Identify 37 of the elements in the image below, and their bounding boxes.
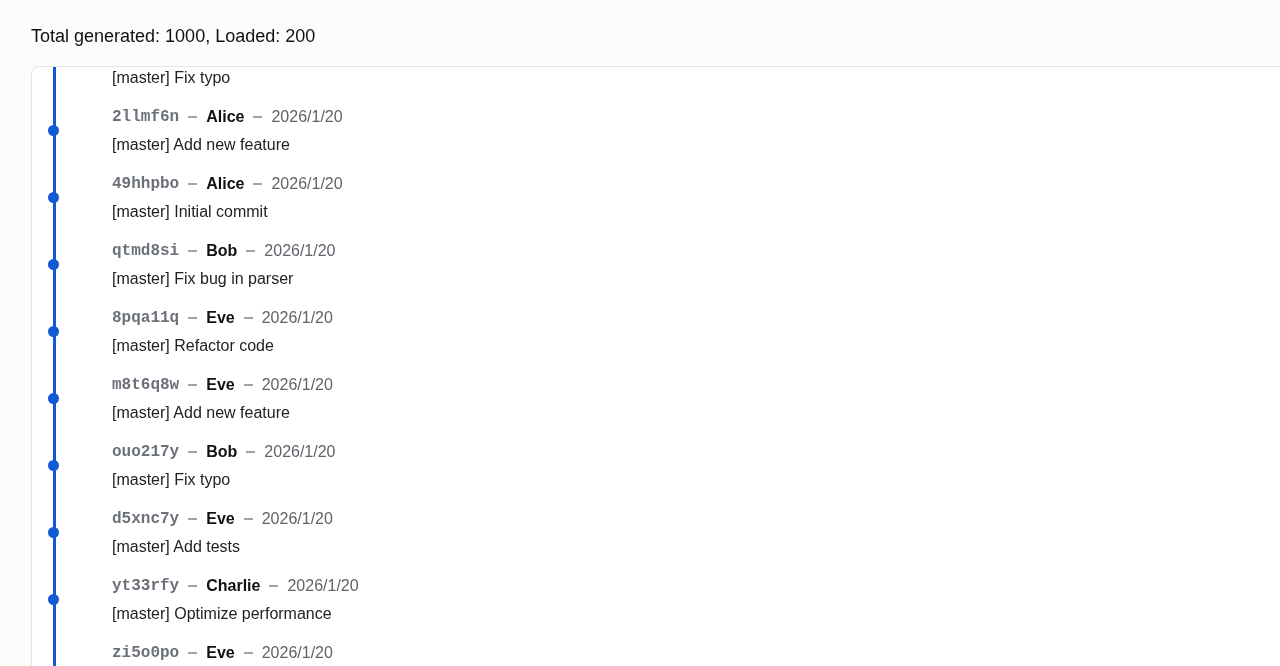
commit-hash: 8pqa11q bbox=[112, 308, 180, 328]
author-name: Eve bbox=[206, 509, 235, 529]
commit-date: 2026/1/20 bbox=[271, 107, 343, 127]
commit-date: 2026/1/20 bbox=[287, 576, 359, 596]
commit-hash: zi5o0po bbox=[112, 643, 180, 663]
commit-hash: d5xnc7y bbox=[112, 509, 180, 529]
author-name: Bob bbox=[206, 241, 238, 261]
commit-date: 2026/1/20 bbox=[261, 375, 333, 395]
author-name: Charlie bbox=[206, 576, 261, 596]
author-name: Bob bbox=[206, 442, 238, 462]
commit-message: [master] Add tests bbox=[112, 538, 241, 555]
commit-hash: ouo217y bbox=[112, 442, 180, 462]
commit-date: 2026/1/20 bbox=[261, 643, 333, 663]
commit-hash: 2llmf6n bbox=[112, 107, 180, 127]
author-name: Alice bbox=[206, 107, 245, 127]
commit-hash: 49hhpbo bbox=[112, 174, 180, 194]
author-name: Eve bbox=[206, 375, 235, 395]
commit-message: [master] Fix bug in parser bbox=[112, 270, 294, 287]
commit-date: 2026/1/20 bbox=[271, 174, 343, 194]
commit-message: [master] Add new feature bbox=[112, 136, 290, 153]
commit-date: 2026/1/20 bbox=[261, 509, 333, 529]
commit-hash: qtmd8si bbox=[112, 241, 180, 261]
commit-message: [master] Refactor code bbox=[112, 337, 274, 354]
commit-hash: yt33rfy bbox=[112, 576, 180, 596]
commit-message: [master] Initial commit bbox=[112, 203, 268, 220]
commit-message: [master] Fix typo bbox=[112, 471, 231, 488]
commit-message: [master] Add new feature bbox=[112, 404, 290, 421]
author-name: Eve bbox=[206, 308, 235, 328]
author-name: Eve bbox=[206, 643, 235, 663]
summary-text: Total generated: 1000, Loaded: 200 bbox=[31, 25, 316, 48]
commit-date: 2026/1/20 bbox=[264, 241, 336, 261]
commit-message: [master] Optimize performance bbox=[112, 605, 332, 622]
commit-date: 2026/1/20 bbox=[264, 442, 336, 462]
commit-hash: m8t6q8w bbox=[112, 375, 180, 395]
commit-date: 2026/1/20 bbox=[261, 308, 333, 328]
author-name: Alice bbox=[206, 174, 245, 194]
commit-message: [master] Fix typo bbox=[112, 69, 231, 86]
